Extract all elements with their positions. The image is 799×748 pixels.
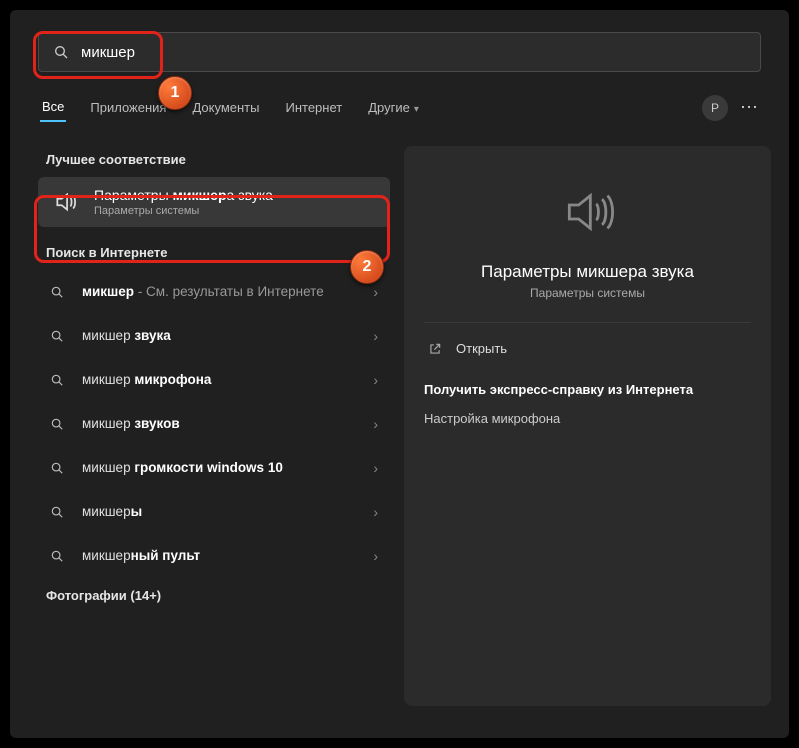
results-column: Лучшее соответствие Параметры микшера зв… [38, 146, 390, 738]
chevron-right-icon: › [373, 328, 378, 344]
preview-panel: Параметры микшера звука Параметры систем… [404, 146, 771, 706]
searchbar-container [10, 10, 789, 78]
divider [424, 322, 751, 323]
callout-badge-1: 1 [158, 76, 192, 110]
web-result-item[interactable]: микшеры› [38, 490, 390, 534]
best-match-label: Лучшее соответствие [46, 152, 382, 167]
best-match-title-post: а звука [227, 187, 273, 203]
web-result-item[interactable]: микшер звуков› [38, 402, 390, 446]
callout-badge-2: 2 [350, 250, 384, 284]
preview-title: Параметры микшера звука [424, 262, 751, 282]
open-label: Открыть [456, 341, 507, 356]
help-header: Получить экспресс-справку из Интернета [424, 382, 751, 397]
open-action[interactable]: Открыть [424, 335, 751, 362]
search-input[interactable] [71, 44, 760, 61]
web-result-item[interactable]: микшер звука› [38, 314, 390, 358]
more-options-button[interactable]: ⋯ [740, 97, 759, 118]
web-result-text: микшер микрофона [82, 371, 373, 389]
web-result-item[interactable]: микшер громкости windows 10› [38, 446, 390, 490]
help-link-microphone[interactable]: Настройка микрофона [424, 411, 751, 426]
avatar[interactable]: P [702, 95, 728, 121]
preview-subtitle: Параметры системы [424, 286, 751, 300]
best-match-title-pre: Параметры [94, 187, 173, 203]
search-icon [46, 417, 68, 431]
search-icon [46, 285, 68, 299]
open-icon [428, 342, 442, 356]
web-result-text: микшеры [82, 503, 373, 521]
web-result-text: микшер звуков [82, 415, 373, 433]
tab-docs[interactable]: Документы [190, 94, 261, 121]
search-window: Все Приложения Документы Интернет Другие… [10, 10, 789, 738]
search-icon [46, 505, 68, 519]
tab-all[interactable]: Все [40, 93, 66, 122]
tab-more[interactable]: Другие ▾ [366, 94, 421, 121]
best-match-result[interactable]: Параметры микшера звука Параметры систем… [38, 177, 390, 227]
chevron-right-icon: › [373, 372, 378, 388]
preview-speaker-icon [424, 184, 751, 240]
web-result-text: микшерный пульт [82, 547, 373, 565]
web-results-list: микшер - См. результаты в Интернете›микш… [38, 270, 390, 578]
chevron-right-icon: › [373, 460, 378, 476]
tab-apps[interactable]: Приложения [88, 94, 168, 121]
search-icon [46, 549, 68, 563]
web-result-item[interactable]: микшер микрофона› [38, 358, 390, 402]
search-icon [46, 461, 68, 475]
web-result-text: микшер громкости windows 10 [82, 459, 373, 477]
tabs-bar: Все Приложения Документы Интернет Другие… [10, 86, 789, 130]
best-match-title-bold: микшер [173, 187, 227, 203]
web-result-text: микшер звука [82, 327, 373, 345]
speaker-icon [52, 188, 80, 216]
photos-label: Фотографии (14+) [46, 588, 382, 603]
content-area: Лучшее соответствие Параметры микшера зв… [10, 146, 789, 738]
best-match-subtitle: Параметры системы [94, 205, 273, 217]
chevron-right-icon: › [373, 548, 378, 564]
chevron-right-icon: › [373, 504, 378, 520]
web-search-label: Поиск в Интернете [46, 245, 382, 260]
search-icon [51, 44, 71, 60]
chevron-right-icon: › [373, 284, 378, 300]
web-result-text: микшер - См. результаты в Интернете [82, 283, 373, 301]
tab-more-label: Другие [368, 100, 410, 115]
best-match-text: Параметры микшера звука Параметры систем… [94, 187, 273, 217]
tab-internet[interactable]: Интернет [283, 94, 344, 121]
search-input-wrapper[interactable] [38, 32, 761, 72]
search-icon [46, 329, 68, 343]
web-result-item[interactable]: микшерный пульт› [38, 534, 390, 578]
search-icon [46, 373, 68, 387]
chevron-right-icon: › [373, 416, 378, 432]
web-result-item[interactable]: микшер - См. результаты в Интернете› [38, 270, 390, 314]
chevron-down-icon: ▾ [414, 104, 419, 115]
